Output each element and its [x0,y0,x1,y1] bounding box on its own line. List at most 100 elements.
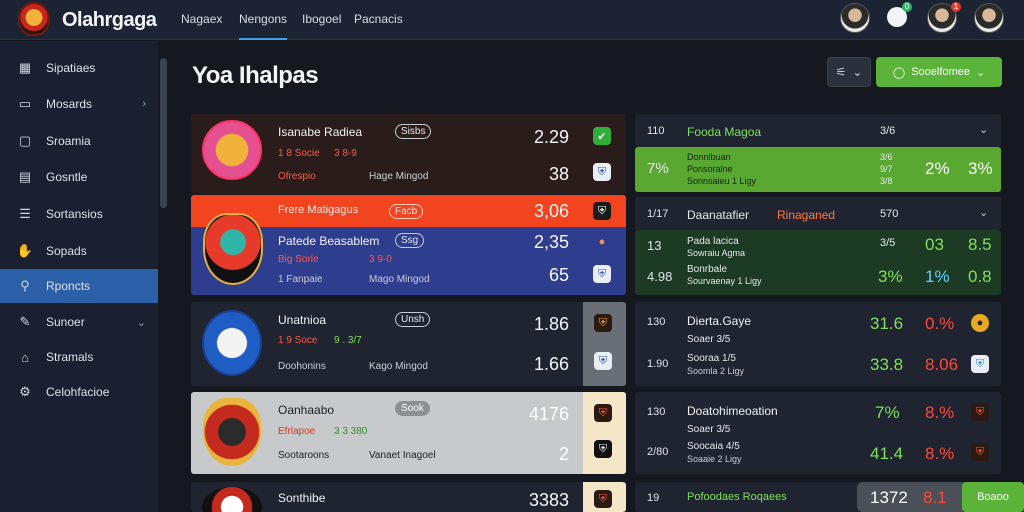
team-crest [202,487,262,512]
shield-icon[interactable]: ⛨ [594,440,612,458]
odds-value[interactable]: 2 [509,444,569,465]
tool-icon: ✎ [19,314,31,329]
shield-icon[interactable]: ⛨ [971,443,989,461]
sidebar-item-sunoer[interactable]: ✎ Sunoer ⌄ [0,305,158,339]
odds-value[interactable]: 03 [925,235,944,255]
odds-value[interactable]: 33.8 [870,355,903,375]
shield-icon[interactable]: ⛨ [593,163,611,181]
sidebar-item-sopads[interactable]: ✋ Sopads [0,234,158,268]
odds-value[interactable]: 3383 [509,490,569,511]
market-number: 130 [647,316,666,328]
odds-value[interactable]: 0.% [925,314,954,334]
match-card[interactable]: Unatnioa Unsh 1 9 Soce 9 . 3/7 Doohonins… [191,302,626,386]
filter-button[interactable]: ⚟ ⌄ [827,57,871,87]
shield-icon[interactable]: ⛨ [971,403,989,421]
place-bet-button[interactable]: Boaoo [962,482,1024,512]
market-row-active[interactable]: 7% Donnibuan Ponsoralne Sonnsaieu 1 Ligy… [635,147,1001,192]
odds-value[interactable]: 4176 [509,404,569,425]
odds-value[interactable]: 3% [968,159,993,179]
sidebar-item-gosntle[interactable]: ▤ Gosntle [0,160,158,194]
match-card-selected[interactable]: Oanhaabo Sook Efrlapoe 3 3 380 Sootaroon… [191,392,626,474]
odds-value[interactable]: 0.8 [968,267,992,287]
market-block[interactable]: 130 Dierta.Gaye Soaer 3/5 31.6 0.% ● 1.9… [635,302,1001,386]
list-icon: ☰ [19,206,31,221]
shield-icon[interactable]: ⛨ [594,352,612,370]
sidebar-item-sipatiaes[interactable]: ▦ Sipatiaes [0,51,158,85]
odds-value[interactable]: 1% [925,267,950,287]
odds-value[interactable]: 3,06 [509,201,569,222]
odds-value[interactable]: 31.6 [870,314,903,334]
chevron-down-icon[interactable]: ⌄ [979,206,988,219]
chevron-down-icon[interactable]: ⌄ [979,123,988,136]
market-title: Dierta.Gaye [687,314,752,328]
primary-action-button[interactable]: ◯ Sooelfomee ⌄ [876,57,1002,87]
status-pill: Ssg [395,233,425,248]
check-icon[interactable]: ✔ [593,127,611,145]
odds-value[interactable]: 8.% [925,444,954,464]
match-card[interactable]: Isanabe Radiea Sisbs 1 8 Socie 3 8-9 Ofr… [191,114,626,194]
odds-value[interactable]: 2,35 [509,232,569,253]
user-avatar[interactable] [840,3,870,33]
document-icon: ▤ [18,169,32,184]
check-icon: ◯ [892,66,906,79]
message-icon: ▭ [18,96,32,111]
sidebar-item-stramals[interactable]: ⌂ Stramals [0,340,158,374]
odds-value[interactable]: 8.1 [923,488,947,508]
team-crest [203,213,263,285]
sidebar-item-label: Celohfacioe [46,385,110,399]
sidebar-item-mosards[interactable]: ▭ Mosards › [0,87,158,121]
market-number: 19 [647,492,660,504]
odds-value[interactable]: 2% [925,159,950,179]
notification-badge: 0 [902,2,912,12]
sidebar-item-sortansios[interactable]: ☰ Sortansios [0,197,158,231]
match-score: 9 . 3/7 [334,335,362,346]
match-score: 3 9-0 [369,254,392,265]
alert-badge: 1 [951,2,961,12]
shield-icon[interactable]: ⛨ [594,490,612,508]
odds-value[interactable]: 65 [509,265,569,286]
match-card[interactable]: Sonthibe 3383 ⛨ [191,482,626,512]
market-row[interactable]: 110 Fooda Magoa 3/6 ⌄ [635,114,1001,147]
tab-ibogoel[interactable]: Ibogoel [302,12,341,40]
odds-value[interactable]: 2.29 [509,127,569,148]
shield-icon[interactable]: ⛨ [593,265,611,283]
odds-value[interactable]: 8.06 [925,355,958,375]
market-block[interactable]: 130 Doatohimeoation Soaer 3/5 7% 8.% ⛨ 2… [635,392,1001,474]
market-block[interactable]: 13 Pada lacica Sowraiu Agma 3/5 03 8.5 4… [635,230,1001,295]
odds-value[interactable]: 1372 [870,488,908,508]
market-row[interactable]: 19 Pofoodaes Roqaees 1372 8.1 Boaoo [635,482,1024,512]
tab-nagaex[interactable]: Nagaex [181,12,222,40]
coin-icon[interactable]: ● [971,314,989,332]
sidebar-scrollbar[interactable] [160,58,167,208]
odds-value[interactable]: 38 [509,164,569,185]
odds-value[interactable]: 1.66 [509,354,569,375]
page-title: Yoa Ihalpas [192,62,319,89]
sidebar-item-celohfacioe[interactable]: ⚙ Celohfacioe [0,375,158,409]
odds-value[interactable]: 8.% [925,403,954,423]
odds-value[interactable]: 7% [875,403,900,423]
team-name: Unatnioa [278,313,327,327]
tab-nengons[interactable]: Nengons [239,12,288,40]
sidebar-item-sroamia[interactable]: ▢ Sroamia [0,124,158,158]
odds-value[interactable]: 41.4 [870,444,903,464]
market-value: 3/6 [880,152,893,162]
odds-value[interactable]: 1.86 [509,314,569,335]
shield-icon[interactable]: ⛨ [971,355,989,373]
market-number: 4.98 [647,269,673,284]
profile-avatar[interactable] [974,3,1004,33]
tab-pacnacis[interactable]: Pacnacis [354,12,403,40]
ball-icon[interactable]: ● [593,233,611,251]
market-row[interactable]: 1/17 Daanatafier Rinaganed 570 ⌄ [635,197,1001,230]
shield-icon[interactable]: ⛨ [594,404,612,422]
sidebar-item-label: Sipatiaes [46,61,96,75]
odds-value[interactable]: 8.5 [968,235,992,255]
club-logo[interactable] [18,2,50,36]
market-title: Daanatafier [687,208,750,222]
shield-icon[interactable]: ⛨ [593,202,611,220]
sidebar-item-rponcts[interactable]: ⚲ Rponcts [0,269,158,303]
odds-value[interactable]: 3% [878,267,903,287]
app-title: Olahrgaga [62,9,157,31]
market-line: Soaer 3/5 [687,424,731,435]
match-card-highlight[interactable]: Frere Matigagus Facb 3,06 ⛨ Patede Beasa… [191,195,626,295]
shield-icon[interactable]: ⛨ [594,314,612,332]
